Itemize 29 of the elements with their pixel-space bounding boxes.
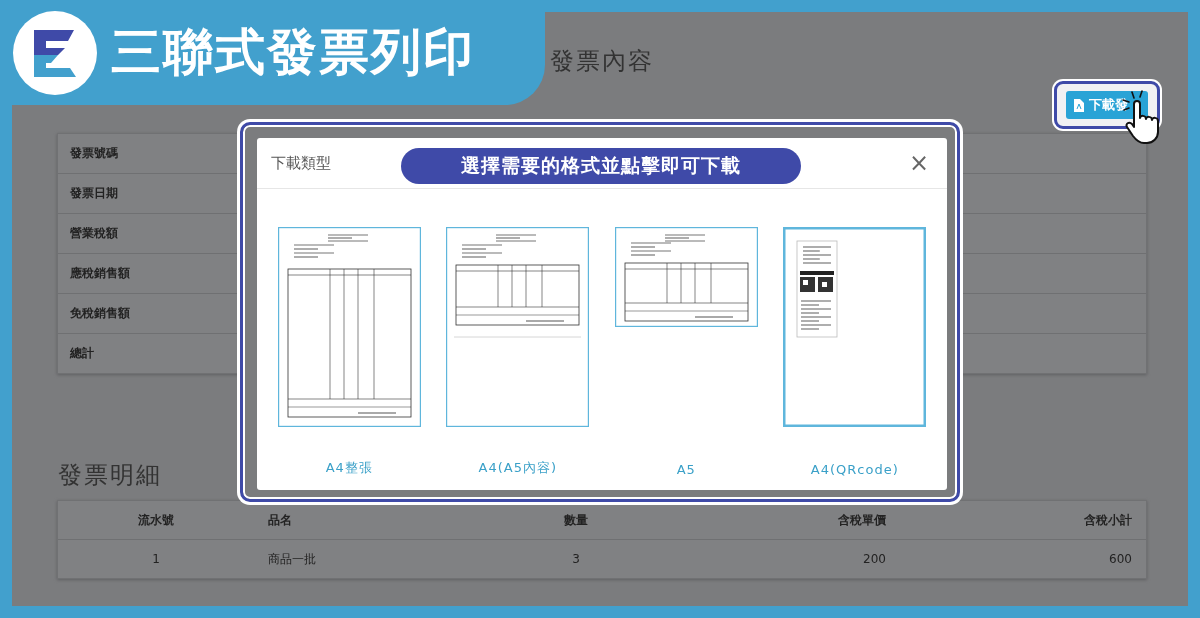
field-label: 營業稅額 xyxy=(70,225,118,242)
table-cell-text: 商品一批 xyxy=(267,550,317,568)
table-cell-text: 1 xyxy=(151,552,161,566)
field-label: 發票號碼 xyxy=(70,145,118,162)
column-header: 流水號 xyxy=(137,511,175,529)
format-option[interactable]: A4(A5內容) xyxy=(446,227,590,477)
field-label: 免稅銷售額 xyxy=(70,305,130,322)
close-button[interactable]: × xyxy=(904,149,933,177)
table-cell-text: 3 xyxy=(571,552,581,566)
column-header: 含稅小計 xyxy=(1083,511,1133,529)
field-label: 發票日期 xyxy=(70,185,118,202)
format-option[interactable]: A5 xyxy=(614,227,758,477)
column-header: 數量 xyxy=(563,511,589,529)
banner-title: 三聯式發票列印 xyxy=(111,22,475,83)
field-label: 應稅銷售額 xyxy=(70,265,130,282)
column-header: 含稅單價 xyxy=(837,511,887,529)
table-cell-text: 600 xyxy=(1108,552,1133,566)
pdf-file-icon xyxy=(1074,98,1084,112)
format-option[interactable]: A4(QRcode) xyxy=(783,227,927,477)
dialog-title: 下載類型 xyxy=(271,153,331,173)
table-cell-text: 200 xyxy=(862,552,887,566)
hint-pill: 選擇需要的格式並點擊即可下載 xyxy=(401,148,801,184)
download-button[interactable]: 下載發 xyxy=(1066,91,1148,119)
page-title: 發票內容 xyxy=(550,46,654,76)
section-title: 發票明細 xyxy=(58,460,162,490)
logo-icon xyxy=(13,10,97,95)
format-option[interactable]: A4整張 xyxy=(277,227,421,477)
column-header: 品名 xyxy=(267,511,293,529)
field-label: 總計 xyxy=(70,345,94,362)
